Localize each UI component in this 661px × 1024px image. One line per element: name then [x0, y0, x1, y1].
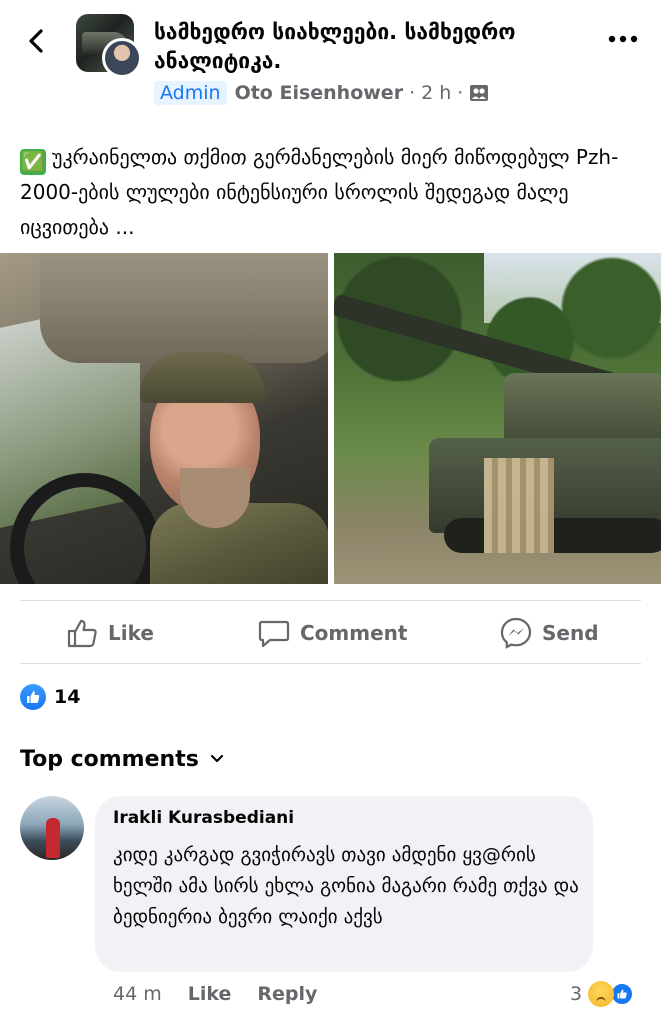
car-visor — [40, 253, 328, 363]
post-text: უკრაინელთა თქმით გერმანელების მიერ მიწოდ… — [20, 145, 619, 239]
thumbs-up-icon — [67, 619, 97, 648]
messenger-icon — [500, 617, 532, 649]
camouflage-netting — [484, 458, 554, 553]
comment-label: Comment — [300, 621, 408, 645]
sad-reaction-icon — [588, 981, 615, 1007]
post-time[interactable]: 2 h — [421, 82, 451, 104]
post-body: ✅ უკრაინელთა თქმით გერმანელების მიერ მიწო… — [20, 140, 640, 245]
commenter-name[interactable]: Irakli Kurasbediani — [113, 808, 294, 828]
back-chevron-icon — [29, 29, 43, 53]
video-thumbnail[interactable] — [0, 253, 328, 584]
reaction-count: 14 — [54, 686, 81, 708]
meta-separator: · — [457, 82, 464, 104]
more-dots-icon — [608, 35, 638, 43]
page-title[interactable]: სამხედრო სიახლეები. სამხედრო ანალიტიკა. — [154, 18, 574, 76]
group-audience-icon — [470, 85, 489, 101]
comment-reply-button[interactable]: Reply — [257, 983, 317, 1005]
post-meta: Admin Oto Eisenhower · 2 h · — [154, 80, 489, 106]
soldier-cap — [140, 353, 265, 403]
divider — [20, 663, 641, 664]
comment-sort-label: Top comments — [20, 746, 199, 772]
comment-text: კიდე კარგად გვიჭირავს თავი ამდენი ყვ@რის… — [113, 844, 579, 928]
comment-time[interactable]: 44 m — [113, 983, 162, 1005]
like-reaction-icon — [20, 684, 46, 710]
comment-like-button[interactable]: Like — [188, 983, 232, 1005]
author-avatar — [102, 38, 142, 78]
howitzer-turret — [504, 373, 661, 448]
post-header: სამხედრო სიახლეები. სამხედრო ანალიტიკა. … — [0, 0, 661, 120]
author-name[interactable]: Oto Eisenhower — [235, 82, 404, 104]
comment-sort-dropdown[interactable]: Top comments — [20, 743, 225, 775]
post-actions: Like Comment Send — [0, 604, 661, 662]
divider — [20, 600, 641, 601]
comment-reactions[interactable]: 3 — [570, 980, 635, 1008]
send-button[interactable]: Send — [500, 604, 599, 662]
howitzer-photo[interactable] — [334, 253, 661, 584]
comment-bubble-icon — [258, 620, 290, 648]
send-label: Send — [542, 621, 599, 645]
comment-reaction-count: 3 — [570, 983, 583, 1005]
admin-badge: Admin — [154, 81, 227, 105]
comment-button[interactable]: Comment — [258, 604, 407, 662]
checkmark-emoji-icon: ✅ — [20, 149, 46, 175]
reaction-summary[interactable]: 14 — [20, 683, 80, 711]
more-options-button[interactable] — [606, 26, 640, 52]
comment-bubble: Irakli Kurasbediani კიდე კარგად გვიჭირავ… — [95, 796, 593, 972]
like-label: Like — [108, 621, 154, 645]
meta-separator: · — [409, 82, 416, 104]
commenter-avatar[interactable] — [20, 796, 84, 860]
like-button[interactable]: Like — [66, 604, 154, 662]
back-button[interactable] — [22, 26, 52, 56]
page-avatar[interactable] — [76, 14, 142, 80]
comment-footer: 44 m Like Reply — [113, 980, 317, 1008]
chevron-down-icon — [210, 754, 223, 763]
